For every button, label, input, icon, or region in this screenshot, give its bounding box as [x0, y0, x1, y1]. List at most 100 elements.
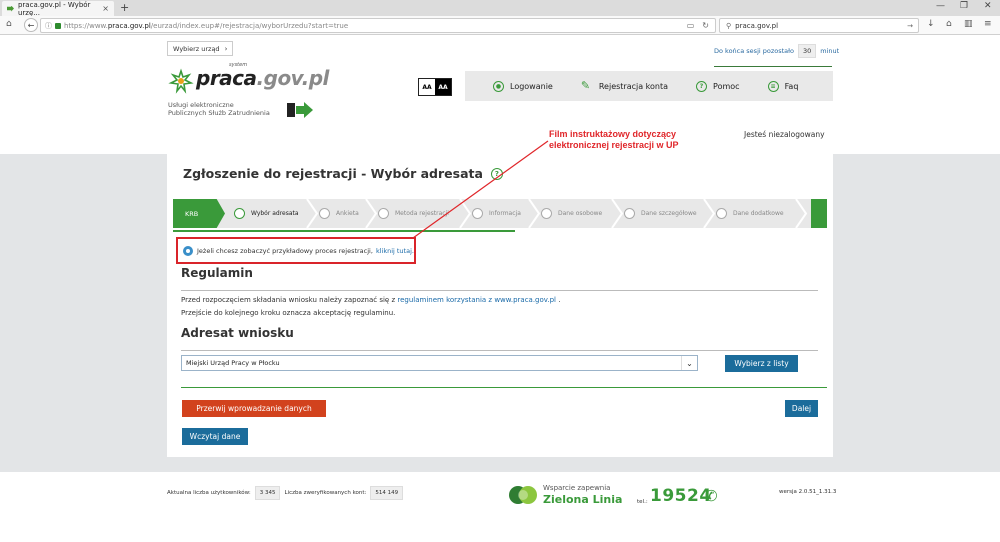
session-value: 30	[797, 44, 817, 58]
close-window-icon[interactable]: ✕	[984, 1, 992, 11]
close-tab-icon[interactable]: ×	[102, 4, 109, 13]
regulamin-text-before: Przed rozpoczęciem składania wniosku nal…	[181, 296, 396, 304]
logo-subtitle-line2: Publicznych Służb Zatrudnienia	[168, 109, 270, 117]
session-label: Do końca sesji pozostało	[714, 47, 794, 55]
font-contrast-button[interactable]: AA	[435, 79, 451, 95]
step-krb-label: KRB	[185, 209, 199, 218]
logo-mark-icon	[168, 68, 194, 94]
help-icon: ?	[696, 80, 708, 92]
nav-login[interactable]: ● Logowanie	[493, 80, 553, 92]
step-circle-icon	[378, 208, 389, 219]
psz-logo-icon	[287, 102, 313, 118]
nav-help[interactable]: ? Pomoc	[696, 80, 740, 92]
cancel-entry-button[interactable]: Przerwij wprowadzanie danych	[182, 400, 326, 417]
step-krb: KRB	[173, 199, 225, 228]
nav-faq-label: Faq	[784, 81, 799, 91]
nav-register-label: Rejestracja konta	[598, 81, 669, 91]
font-normal-button[interactable]: AA	[419, 79, 435, 95]
browser-tab-bar: praca.gov.pl - Wybór urzę... × + — ❐ ✕	[0, 0, 1000, 17]
choose-office-button[interactable]: Wybierz urząd ›	[167, 41, 234, 56]
url-host: praca.gov.pl	[107, 21, 151, 30]
user-icon: ●	[493, 80, 504, 92]
back-button-icon[interactable]: ←	[24, 18, 38, 32]
top-navigation: ● Logowanie ✎ Rejestracja konta ? Pomoc …	[465, 71, 833, 101]
users-label: Aktualna liczba użytkowników:	[167, 490, 251, 496]
adresat-divider	[181, 350, 818, 351]
users-value: 3 345	[254, 486, 281, 500]
tab-title: praca.gov.pl - Wybór urzę...	[17, 0, 91, 17]
home-icon[interactable]: ⌂	[6, 19, 12, 29]
sidebar-icon[interactable]: ▥	[964, 19, 973, 29]
verified-label: Liczba zweryfikowanych kont:	[284, 490, 367, 496]
search-icon: ⚲	[726, 21, 732, 30]
regulamin-link[interactable]: regulaminem korzystania z www.praca.gov.…	[397, 296, 556, 304]
new-tab-button[interactable]: +	[120, 1, 129, 14]
support-line1: Wsparcie zapewnia	[543, 484, 611, 492]
instruction-film-box: Jeżeli chcesz zobaczyć przykładowy proce…	[176, 237, 416, 264]
next-button[interactable]: Dalej	[785, 400, 818, 417]
home-page-icon[interactable]: ⌂	[946, 19, 952, 29]
logo-subtitle-line1: Usługi elektroniczne	[168, 101, 234, 109]
nav-register[interactable]: ✎ Rejestracja konta	[581, 80, 668, 92]
step-circle-icon	[624, 208, 635, 219]
minimize-icon[interactable]: —	[936, 1, 945, 11]
address-bar[interactable]: ⓘ https://www. praca.gov.pl /eurzad/inde…	[40, 18, 716, 33]
favicon-icon	[7, 5, 14, 12]
regulamin-line2: Przejście do kolejnego kroku oznacza akc…	[181, 309, 396, 317]
praca-gov-logo[interactable]: system praca.gov.pl	[168, 62, 329, 96]
zielona-linia-text: Wsparcie zapewnia Zielona Linia	[543, 484, 622, 506]
step-ankieta: Ankieta	[319, 199, 359, 228]
info-icon[interactable]: ⓘ	[45, 21, 52, 31]
choose-from-list-button[interactable]: Wybierz z listy	[725, 355, 798, 372]
office-select[interactable]: Miejski Urząd Pracy w Płocku ⌄	[181, 355, 698, 371]
step-wybor-adresata: Wybór adresata	[234, 199, 299, 228]
nav-faq[interactable]: ≡ Faq	[767, 80, 799, 92]
session-divider	[714, 66, 832, 67]
chevron-right-icon: ›	[224, 44, 228, 53]
logo-subtitle: Usługi elektroniczne Publicznych Służb Z…	[168, 101, 270, 117]
lock-icon	[55, 22, 61, 29]
step-dane-szczegolowe: Dane szczegółowe	[624, 199, 697, 228]
film-text: Jeżeli chcesz zobaczyć przykładowy proce…	[197, 246, 373, 255]
form-divider	[181, 387, 827, 388]
regulamin-line1: Przed rozpoczęciem składania wniosku nal…	[181, 296, 560, 304]
regulamin-heading: Regulamin	[181, 266, 253, 280]
tel-number[interactable]: 19524	[650, 486, 712, 506]
nav-help-label: Pomoc	[713, 81, 740, 91]
footer-stats: Aktualna liczba użytkowników: 3 345 Licz…	[167, 486, 407, 500]
search-value: praca.gov.pl	[735, 21, 779, 30]
support-line2: Zielona Linia	[543, 493, 623, 506]
logo-main-text: praca	[196, 66, 257, 90]
step-separator	[703, 199, 716, 228]
annotation-arrow	[412, 140, 549, 239]
load-data-button[interactable]: Wczytaj dane	[182, 428, 248, 445]
step-dane-osobowe: Dane osobowe	[541, 199, 602, 228]
step-label: Wybór adresata	[251, 210, 299, 217]
app-version: wersja 2.0.51_1.31.3	[779, 489, 837, 495]
step-dane-dodatkowe: Dane dodatkowe	[716, 199, 784, 228]
regulamin-divider	[181, 290, 818, 291]
download-icon[interactable]: ↓	[927, 19, 935, 29]
nav-login-label: Logowanie	[510, 81, 553, 91]
browser-tab[interactable]: praca.gov.pl - Wybór urzę... ×	[2, 0, 114, 17]
maximize-icon[interactable]: ❐	[960, 1, 968, 11]
step-label: Dane dodatkowe	[733, 210, 784, 217]
reader-view-icon[interactable]: ▭	[687, 21, 695, 30]
step-circle-icon	[319, 208, 330, 219]
step-separator	[795, 199, 808, 228]
menu-icon[interactable]: ≡	[984, 19, 992, 29]
search-go-icon[interactable]: →	[907, 22, 913, 30]
zielona-linia-logo-icon[interactable]	[509, 485, 537, 505]
chevron-down-icon[interactable]: ⌄	[681, 356, 697, 370]
step-circle-icon	[234, 208, 245, 219]
verified-value: 514 149	[370, 486, 404, 500]
browser-toolbar: ⌂ ← ⓘ https://www. praca.gov.pl /eurzad/…	[0, 16, 1000, 35]
tel-label: tel.:	[637, 499, 648, 505]
office-select-value: Miejski Urząd Pracy w Płocku	[186, 359, 280, 367]
film-reel-icon	[183, 245, 193, 256]
reload-icon[interactable]: ↻	[702, 21, 709, 30]
search-bar[interactable]: ⚲ praca.gov.pl →	[719, 18, 919, 33]
annotation-line2: elektronicznej rejestracji w UP	[549, 140, 679, 150]
pencil-icon: ✎	[580, 79, 591, 92]
film-link[interactable]: kliknij tutaj.	[376, 247, 414, 255]
